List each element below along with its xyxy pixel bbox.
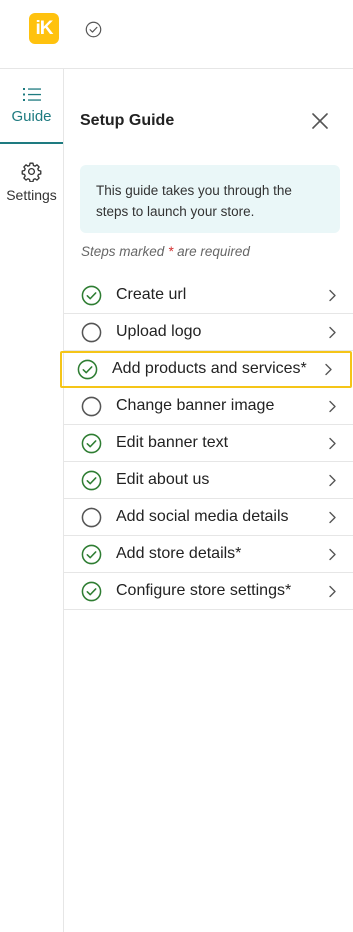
- step-item[interactable]: Add products and services*: [60, 351, 352, 388]
- step-label: Upload logo: [116, 323, 202, 340]
- gear-icon: [21, 162, 42, 182]
- close-icon[interactable]: [310, 111, 330, 131]
- chevron-right-icon: [329, 548, 336, 561]
- rail-guide-label: Guide: [11, 108, 52, 125]
- required-note: Steps marked * are required: [81, 244, 250, 259]
- step-label: Create url: [116, 286, 187, 303]
- chevron-right-icon: [329, 289, 336, 302]
- check-circle-icon: [81, 544, 102, 565]
- info-box: This guide takes you through the steps t…: [80, 165, 340, 233]
- chevron-right-icon: [329, 474, 336, 487]
- chevron-right-icon: [329, 326, 336, 339]
- rail-tab-guide[interactable]: Guide: [0, 86, 63, 144]
- check-circle-icon: [81, 581, 102, 602]
- step-label: Add products and services*: [112, 360, 307, 377]
- step-item[interactable]: Change banner image: [64, 388, 353, 425]
- check-circle-icon: [81, 433, 102, 454]
- list-icon: [22, 88, 41, 101]
- empty-circle-icon: [81, 507, 102, 528]
- top-bar: iK: [0, 0, 353, 69]
- rail-tab-settings[interactable]: Settings: [0, 161, 63, 211]
- step-label: Change banner image: [116, 397, 275, 414]
- side-rail: Guide Settings: [0, 69, 64, 932]
- chevron-right-icon: [329, 437, 336, 450]
- ikhokha-logo[interactable]: iK: [29, 13, 59, 44]
- step-label: Edit banner text: [116, 434, 229, 451]
- required-note-text-end: are required: [173, 244, 250, 259]
- step-label: Add social media details: [116, 508, 289, 525]
- chevron-right-icon: [329, 400, 336, 413]
- step-item[interactable]: Configure store settings*: [64, 573, 353, 610]
- step-item[interactable]: Edit about us: [64, 462, 353, 499]
- step-item[interactable]: Upload logo: [64, 314, 353, 351]
- step-item[interactable]: Edit banner text: [64, 425, 353, 462]
- required-note-text: Steps marked: [81, 244, 169, 259]
- chevron-right-icon: [325, 363, 332, 376]
- check-circle-icon: [77, 359, 98, 380]
- steps-list: Create url Upload logo Add products and …: [60, 277, 353, 610]
- step-item[interactable]: Add store details*: [64, 536, 353, 573]
- info-text: This guide takes you through the steps t…: [96, 183, 292, 219]
- chevron-right-icon: [329, 511, 336, 524]
- status-check-icon[interactable]: [85, 21, 102, 38]
- check-circle-icon: [81, 470, 102, 491]
- rail-settings-label: Settings: [6, 187, 57, 203]
- empty-circle-icon: [81, 396, 102, 417]
- check-circle-icon: [81, 285, 102, 306]
- panel-title: Setup Guide: [80, 112, 175, 129]
- setup-guide-panel: Setup Guide This guide takes you through…: [60, 69, 353, 932]
- step-item[interactable]: Add social media details: [64, 499, 353, 536]
- chevron-right-icon: [329, 585, 336, 598]
- step-label: Edit about us: [116, 471, 210, 488]
- step-label: Add store details*: [116, 545, 242, 562]
- step-label: Configure store settings*: [116, 582, 292, 599]
- empty-circle-icon: [81, 322, 102, 343]
- step-item[interactable]: Create url: [64, 277, 353, 314]
